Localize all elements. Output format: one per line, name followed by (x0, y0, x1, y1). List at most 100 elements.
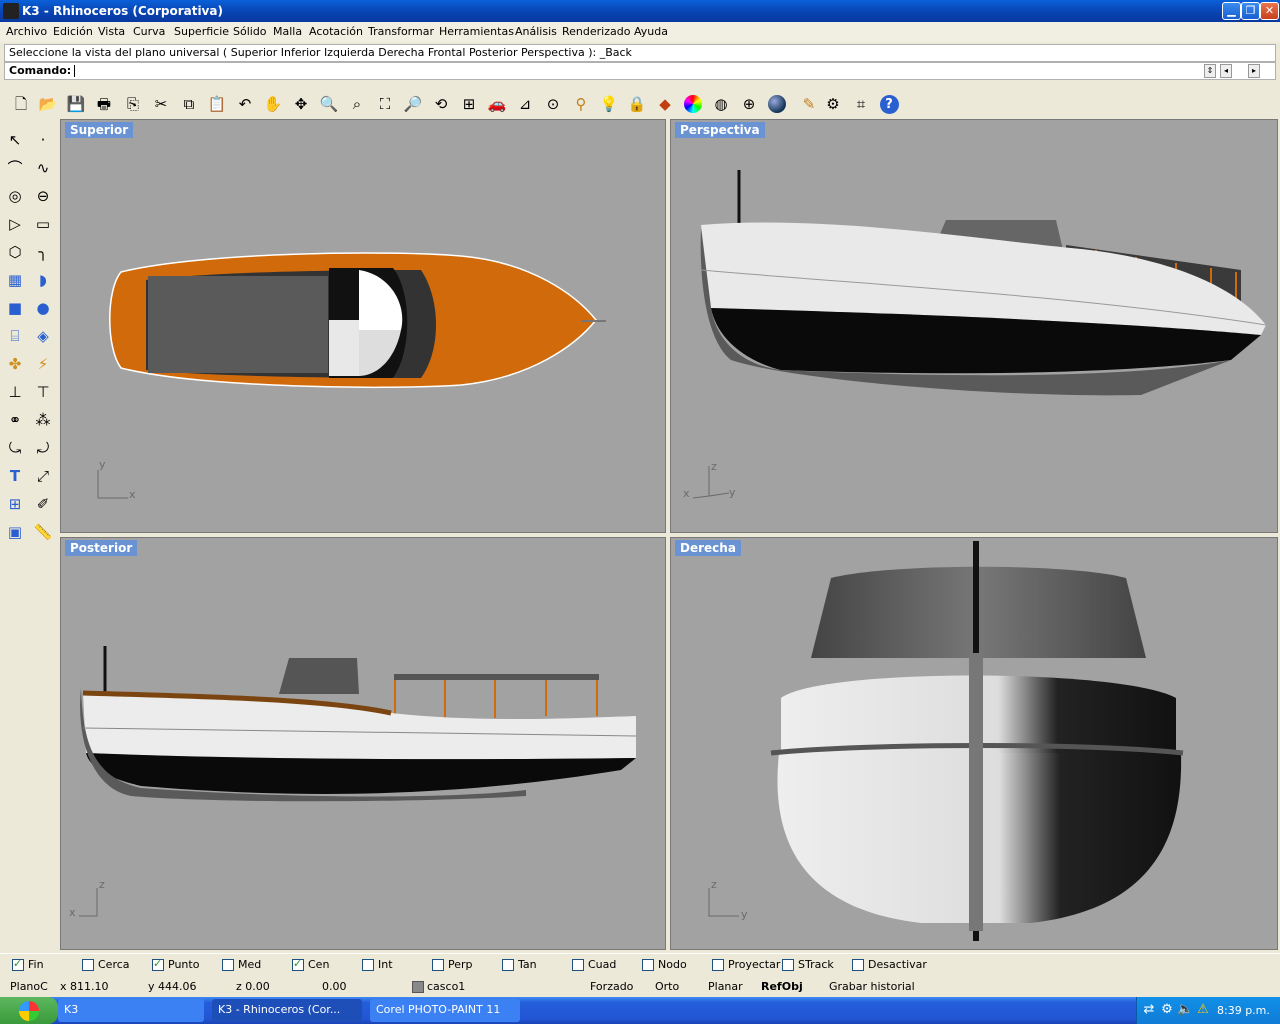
security-icon[interactable]: ⚙ (1159, 1002, 1175, 1018)
help-icon[interactable]: ? (878, 93, 900, 115)
rhino-app-icon[interactable] (3, 3, 19, 19)
osnap-punto[interactable]: Punto (152, 957, 199, 971)
boolean-icon[interactable]: ● (31, 296, 55, 320)
osnap-checkbox[interactable] (572, 958, 584, 971)
network-icon[interactable]: ⇄ (1141, 1002, 1157, 1018)
osnap-checkbox[interactable] (222, 958, 234, 971)
rotate-view-icon[interactable]: ✥ (290, 93, 312, 115)
osnap-checkbox[interactable] (782, 958, 794, 971)
viewport-superior[interactable]: Superior y x (60, 119, 666, 533)
menu-archivo[interactable]: Archivo (6, 25, 47, 38)
layer-icon[interactable]: ◆ (654, 93, 676, 115)
light-icon[interactable]: 💡 (598, 93, 620, 115)
current-layer[interactable]: casco1 (427, 980, 465, 993)
osnap-tan[interactable]: Tan (502, 958, 537, 971)
history-left-button[interactable]: ◂ (1220, 64, 1232, 78)
osnap-checkbox[interactable] (292, 957, 304, 971)
osnap-checkbox[interactable] (12, 957, 24, 971)
print-icon[interactable]: 🖶 (93, 93, 115, 115)
move-icon[interactable]: ⊥ (3, 380, 27, 404)
menu-renderizado[interactable]: Renderizado (562, 25, 630, 38)
osnap-nodo[interactable]: Nodo (642, 958, 687, 971)
mesh-icon[interactable]: ◈ (31, 324, 55, 348)
polyline-icon[interactable]: ⌒ (3, 156, 27, 180)
osnap-checkbox[interactable] (152, 957, 164, 971)
viewport-posterior[interactable]: Posterior z x (60, 537, 666, 950)
command-input[interactable] (74, 65, 76, 77)
align-icon[interactable]: ⊤ (31, 380, 55, 404)
four-viewports-icon[interactable]: ⊞ (458, 93, 480, 115)
menu-edicion[interactable]: Edición (53, 25, 93, 38)
start-button[interactable] (0, 997, 58, 1024)
pencil-icon[interactable]: ✎ (798, 93, 820, 115)
osnap-perp[interactable]: Perp (432, 958, 473, 971)
trim-icon[interactable]: ⤾ (31, 436, 55, 460)
zoom-window-icon[interactable]: ⌕ (346, 93, 368, 115)
dimension-icon[interactable]: ⤢ (31, 464, 55, 488)
menu-malla[interactable]: Malla (273, 25, 302, 38)
osnap-checkbox[interactable] (852, 958, 864, 971)
car-render-icon[interactable]: 🚗 (486, 93, 508, 115)
zoom-selected-icon[interactable]: 🔎 (402, 93, 424, 115)
osnap-fin[interactable]: Fin (12, 957, 44, 971)
select-arrow-icon[interactable]: ↖ (3, 128, 27, 152)
menu-curva[interactable]: Curva (133, 25, 165, 38)
taskbar-item-photopaint[interactable]: Corel PHOTO-PAINT 11 (370, 999, 520, 1022)
settings-gear-icon[interactable]: ⚙ (822, 93, 844, 115)
color-wheel-icon[interactable] (682, 93, 704, 115)
cplane-icon[interactable]: ⊿ (514, 93, 536, 115)
lock-icon[interactable]: 🔒 (626, 93, 648, 115)
refobj-toggle[interactable]: RefObj (761, 980, 803, 993)
osnap-cen[interactable]: Cen (292, 957, 329, 971)
save-icon[interactable]: 💾 (65, 93, 87, 115)
polygon-icon[interactable]: ⬡ (3, 240, 27, 264)
text-icon[interactable]: T (3, 464, 27, 488)
osnap-cerca[interactable]: Cerca (82, 958, 130, 971)
menu-transformar[interactable]: Transformar (368, 25, 434, 38)
command-line[interactable]: Comando: (4, 62, 1276, 80)
osnap-checkbox[interactable] (712, 958, 724, 971)
surface-icon[interactable]: ▦ (3, 268, 27, 292)
record-history-toggle[interactable]: Grabar historial (829, 980, 915, 993)
osnap-checkbox[interactable] (362, 958, 374, 971)
menu-solido[interactable]: Sólido (233, 25, 267, 38)
menu-herramientas[interactable]: Herramientas (439, 25, 514, 38)
gumball-icon[interactable]: ⚲ (570, 93, 592, 115)
osnap-checkbox[interactable] (502, 958, 514, 971)
array-icon[interactable]: ⁂ (31, 408, 55, 432)
menu-vista[interactable]: Vista (98, 25, 125, 38)
osnap-checkbox[interactable] (82, 958, 94, 971)
osnap-checkbox[interactable] (432, 958, 444, 971)
copy-icon[interactable]: ⧉ (178, 93, 200, 115)
transform-icon[interactable]: ✤ (3, 352, 27, 376)
osnap-cuad[interactable]: Cuad (572, 958, 616, 971)
point-icon[interactable]: · (31, 128, 55, 152)
rendered-sphere-icon[interactable] (766, 93, 788, 115)
taskbar-item-k3[interactable]: K3 (58, 999, 204, 1022)
undo-icon[interactable]: ↶ (234, 93, 256, 115)
history-scroll-button[interactable]: ⇕ (1204, 64, 1216, 78)
menu-ayuda[interactable]: Ayuda (634, 25, 668, 38)
osnap-checkbox[interactable] (642, 958, 654, 971)
ruler-icon[interactable]: 📏 (31, 520, 55, 544)
orto-toggle[interactable]: Orto (655, 980, 679, 993)
sphere-icon[interactable]: ◍ (710, 93, 732, 115)
osnap-strack[interactable]: STrack (782, 958, 834, 971)
clock[interactable]: 8:39 p.m. (1217, 1004, 1270, 1017)
volume-icon[interactable]: 🔈 (1177, 1002, 1193, 1018)
open-folder-icon[interactable]: 📂 (37, 93, 59, 115)
layer-color-swatch[interactable] (412, 981, 424, 993)
paste-icon[interactable]: 📋 (206, 93, 228, 115)
arc-icon[interactable]: ▷ (3, 212, 27, 236)
curve-icon[interactable]: ∿ (31, 156, 55, 180)
shaded-icon[interactable]: ⊕ (738, 93, 760, 115)
explode-icon[interactable]: ⚡ (31, 352, 55, 376)
render-box-icon[interactable]: ▣ (3, 520, 27, 544)
pan-hand-icon[interactable]: ✋ (262, 93, 284, 115)
zoom-dynamic-icon[interactable]: ⟲ (430, 93, 452, 115)
extrude-surface-icon[interactable]: ◗ (31, 268, 55, 292)
ellipse-icon[interactable]: ⊖ (31, 184, 55, 208)
viewport-derecha[interactable]: Derecha z y (670, 537, 1278, 950)
group-icon[interactable]: ⚭ (3, 408, 27, 432)
viewport-perspectiva[interactable]: Perspectiva z y x (670, 119, 1278, 533)
